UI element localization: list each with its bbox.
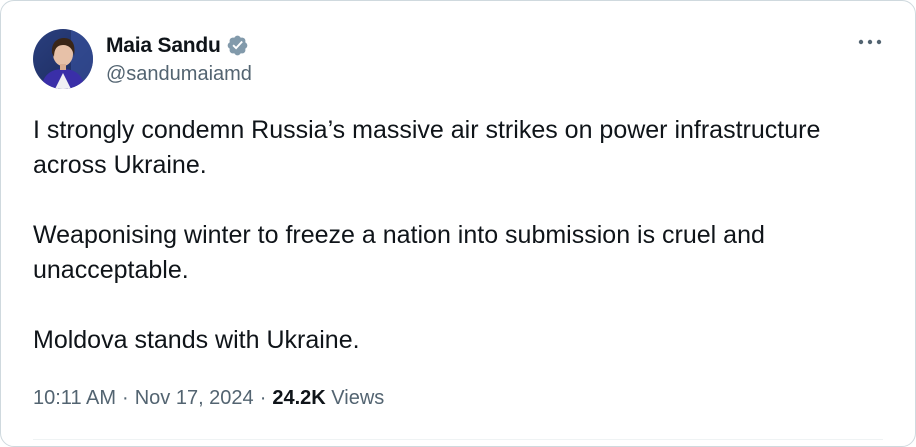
handle[interactable]: @sandumaiamd [106,63,252,86]
tweet-text: I strongly condemn Russia’s massive air … [33,113,883,358]
profile-photo-icon [33,29,93,89]
views-count: 24.2K [272,387,326,409]
more-options-ellipsis-icon[interactable] [857,35,883,47]
views-label: Views [331,387,385,409]
meta-separator: · [122,387,129,409]
tweet-header: Maia Sandu @sandumaiamd [33,29,252,89]
tweet-meta: 10:11 AM · Nov 17, 2024 · 24.2K Views [33,387,384,410]
avatar[interactable] [33,29,93,89]
meta-separator: · [259,387,267,409]
tweet-card: Maia Sandu @sandumaiamd I strongly conde… [0,0,916,447]
tweet-paragraph: Moldova stands with Ukraine. [33,326,360,354]
tweet-date[interactable]: Nov 17, 2024 [135,387,254,409]
display-name-row: Maia Sandu [106,33,252,59]
tweet-paragraph: Weaponising winter to freeze a nation in… [33,221,765,284]
author-names: Maia Sandu @sandumaiamd [106,33,252,86]
tweet-paragraph: I strongly condemn Russia’s massive air … [33,116,821,179]
verified-badge-icon[interactable] [226,34,249,57]
display-name[interactable]: Maia Sandu [106,34,221,58]
divider [33,439,883,440]
tweet-time[interactable]: 10:11 AM [33,387,116,409]
